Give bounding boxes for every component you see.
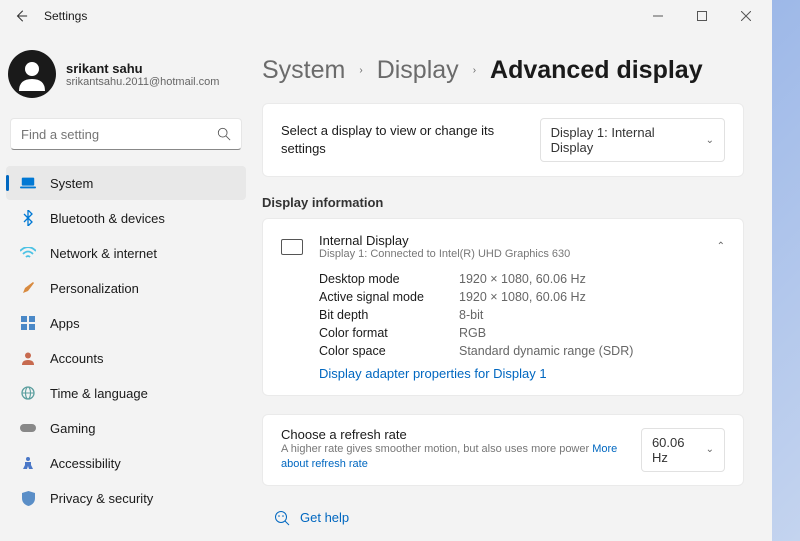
property-key: Active signal mode <box>319 290 459 304</box>
display-selector-value: Display 1: Internal Display <box>551 125 690 155</box>
search-icon <box>217 127 231 141</box>
nav-icon <box>20 175 36 191</box>
profile-block[interactable]: srikant sahu srikantsahu.2011@hotmail.co… <box>4 40 248 114</box>
property-key: Color space <box>319 344 459 358</box>
breadcrumb-current: Advanced display <box>490 56 703 85</box>
display-info-sub: Display 1: Connected to Intel(R) UHD Gra… <box>319 248 701 260</box>
refresh-rate-dropdown[interactable]: 60.06 Hz ⌄ <box>641 428 725 472</box>
nav-icon <box>20 490 36 506</box>
sidebar-item-label: Gaming <box>50 421 96 436</box>
refresh-rate-desc: A higher rate gives smoother motion, but… <box>281 443 592 455</box>
sidebar-item-label: Accounts <box>50 351 103 366</box>
window-title: Settings <box>44 9 636 23</box>
main-content: System › Display › Advanced display Sele… <box>252 32 772 541</box>
property-row: Desktop mode1920 × 1080, 60.06 Hz <box>319 272 725 286</box>
nav-icon <box>20 455 36 471</box>
refresh-rate-value: 60.06 Hz <box>652 435 690 465</box>
close-icon <box>741 11 751 21</box>
property-value: 1920 × 1080, 60.06 Hz <box>459 290 586 304</box>
titlebar: Settings <box>0 0 772 32</box>
chevron-up-icon: ⌃ <box>717 241 725 252</box>
sidebar-item-label: Network & internet <box>50 246 157 261</box>
breadcrumb-display[interactable]: Display <box>377 56 459 85</box>
back-button[interactable] <box>4 0 38 32</box>
sidebar-item-time-language[interactable]: Time & language <box>6 376 246 410</box>
avatar <box>8 50 56 98</box>
chevron-down-icon: ⌄ <box>706 135 714 146</box>
sidebar-item-label: Privacy & security <box>50 491 153 506</box>
chevron-right-icon: › <box>359 65 362 76</box>
sidebar: srikant sahu srikantsahu.2011@hotmail.co… <box>0 32 252 541</box>
person-icon <box>15 57 49 91</box>
help-icon <box>274 510 290 526</box>
refresh-rate-card: Choose a refresh rate A higher rate give… <box>262 414 744 486</box>
sidebar-item-privacy-security[interactable]: Privacy & security <box>6 481 246 515</box>
property-row: Color spaceStandard dynamic range (SDR) <box>319 344 725 358</box>
maximize-button[interactable] <box>680 0 724 32</box>
minimize-icon <box>653 11 663 21</box>
nav-icon <box>20 315 36 331</box>
select-display-text: Select a display to view or change its s… <box>281 122 526 158</box>
sidebar-item-network-internet[interactable]: Network & internet <box>6 236 246 270</box>
property-row: Color formatRGB <box>319 326 725 340</box>
select-display-card: Select a display to view or change its s… <box>262 103 744 177</box>
section-display-info: Display information <box>262 195 744 210</box>
property-row: Bit depth8-bit <box>319 308 725 322</box>
breadcrumb: System › Display › Advanced display <box>262 56 744 85</box>
nav-icon <box>20 210 36 226</box>
profile-name: srikant sahu <box>66 61 219 76</box>
breadcrumb-system[interactable]: System <box>262 56 345 85</box>
search-input[interactable] <box>21 127 217 142</box>
minimize-button[interactable] <box>636 0 680 32</box>
monitor-icon <box>281 239 303 255</box>
sidebar-item-apps[interactable]: Apps <box>6 306 246 340</box>
nav-icon <box>20 280 36 296</box>
nav-list: System Bluetooth & devices Network & inter… <box>4 166 248 515</box>
display-info-header[interactable]: Internal Display Display 1: Connected to… <box>281 233 725 272</box>
get-help-link[interactable]: Get help <box>262 504 744 526</box>
display-info-title: Internal Display <box>319 233 701 248</box>
chevron-right-icon: › <box>473 65 476 76</box>
search-box[interactable] <box>10 118 242 150</box>
nav-icon <box>20 245 36 261</box>
close-button[interactable] <box>724 0 768 32</box>
sidebar-item-gaming[interactable]: Gaming <box>6 411 246 445</box>
profile-email: srikantsahu.2011@hotmail.com <box>66 76 219 88</box>
maximize-icon <box>697 11 707 21</box>
sidebar-item-bluetooth-devices[interactable]: Bluetooth & devices <box>6 201 246 235</box>
get-help-label: Get help <box>300 510 349 525</box>
refresh-rate-title: Choose a refresh rate <box>281 427 627 442</box>
display-properties-table: Desktop mode1920 × 1080, 60.06 HzActive … <box>281 272 725 358</box>
sidebar-item-accounts[interactable]: Accounts <box>6 341 246 375</box>
property-key: Color format <box>319 326 459 340</box>
sidebar-item-label: Time & language <box>50 386 148 401</box>
display-selector-dropdown[interactable]: Display 1: Internal Display ⌄ <box>540 118 725 162</box>
nav-icon <box>20 350 36 366</box>
sidebar-item-system[interactable]: System <box>6 166 246 200</box>
property-value: 1920 × 1080, 60.06 Hz <box>459 272 586 286</box>
sidebar-item-label: Personalization <box>50 281 139 296</box>
sidebar-item-accessibility[interactable]: Accessibility <box>6 446 246 480</box>
nav-icon <box>20 420 36 436</box>
sidebar-item-personalization[interactable]: Personalization <box>6 271 246 305</box>
property-value: Standard dynamic range (SDR) <box>459 344 633 358</box>
adapter-properties-link[interactable]: Display adapter properties for Display 1 <box>281 366 725 381</box>
display-info-card: Internal Display Display 1: Connected to… <box>262 218 744 396</box>
desktop-background <box>772 0 800 541</box>
sidebar-item-label: Apps <box>50 316 80 331</box>
property-value: 8-bit <box>459 308 483 322</box>
property-value: RGB <box>459 326 486 340</box>
nav-icon <box>20 385 36 401</box>
sidebar-item-label: Accessibility <box>50 456 121 471</box>
arrow-left-icon <box>14 9 28 23</box>
property-key: Bit depth <box>319 308 459 322</box>
sidebar-item-label: System <box>50 176 93 191</box>
property-row: Active signal mode1920 × 1080, 60.06 Hz <box>319 290 725 304</box>
chevron-down-icon: ⌄ <box>706 444 714 455</box>
property-key: Desktop mode <box>319 272 459 286</box>
sidebar-item-label: Bluetooth & devices <box>50 211 165 226</box>
